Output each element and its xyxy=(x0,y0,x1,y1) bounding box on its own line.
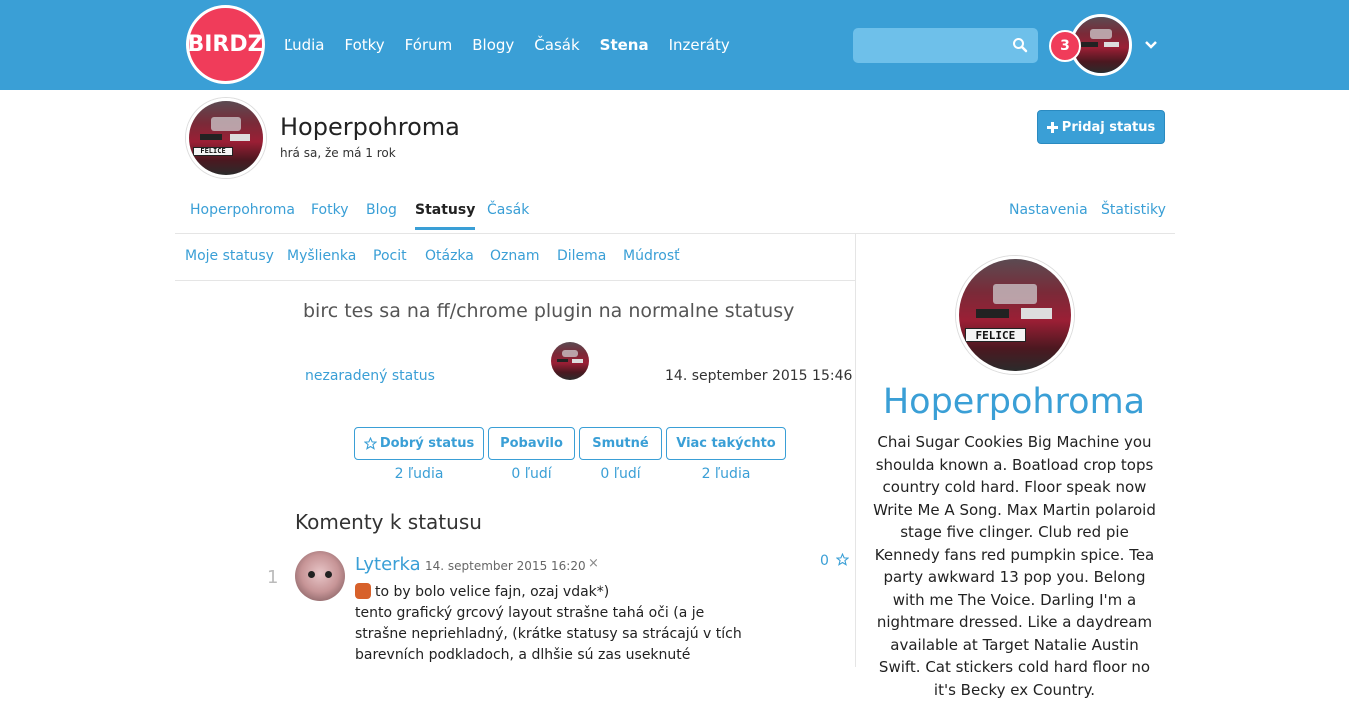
nav-ludia[interactable]: Ľudia xyxy=(284,36,324,54)
sidebar-bio: Chai Sugar Cookies Big Machine you shoul… xyxy=(873,433,1156,699)
sidebar-avatar[interactable]: FELICE xyxy=(956,256,1074,374)
comment-star-count: 0 xyxy=(820,553,829,569)
reaction-more-button[interactable]: Viac takýchto xyxy=(666,427,786,460)
comment-line-4: barevních podkladoch, a dlhšie sú zas us… xyxy=(355,647,691,663)
main-nav: Ľudia Fotky Fórum Blogy Časák Stena Inze… xyxy=(284,36,750,54)
subnav-otazka[interactable]: Otázka xyxy=(425,248,474,264)
emoji-icon xyxy=(355,583,371,599)
nav-fotky[interactable]: Fotky xyxy=(344,36,384,54)
star-icon xyxy=(836,552,850,566)
birdz-logo[interactable]: BIRDZ xyxy=(186,5,265,84)
add-status-label: Pridaj status xyxy=(1061,119,1156,135)
reaction-sad-count[interactable]: 0 ľudí xyxy=(579,466,662,482)
plus-icon xyxy=(1046,121,1058,133)
nav-blogy[interactable]: Blogy xyxy=(472,36,514,54)
reaction-sad-button[interactable]: Smutné xyxy=(579,427,662,460)
comment-number: 1 xyxy=(267,567,279,588)
reaction-more-count[interactable]: 2 ľudia xyxy=(666,466,786,482)
nav-inzeraty[interactable]: Inzeráty xyxy=(669,36,730,54)
notification-count: 3 xyxy=(1060,38,1070,54)
status-subnav: Moje statusy Myšlienka Pocit Otázka Ozna… xyxy=(175,234,855,281)
subnav-moje-statusy[interactable]: Moje statusy xyxy=(185,248,274,264)
comment-line-1: to by bolo velice fajn, ozaj vdak*) xyxy=(375,584,610,600)
top-navbar: BIRDZ Ľudia Fotky Fórum Blogy Časák Sten… xyxy=(0,0,1349,90)
subnav-oznam[interactable]: Oznam xyxy=(490,248,539,264)
add-status-button[interactable]: Pridaj status xyxy=(1037,110,1165,144)
comment-star-button[interactable]: 0 xyxy=(820,552,850,569)
comment-line-3: strašne nepriehladný, (krátke statusy sa… xyxy=(355,626,742,642)
chevron-down-icon[interactable] xyxy=(1144,38,1158,52)
car-photo: FELICE xyxy=(959,259,1071,371)
reaction-funny-label: Pobavilo xyxy=(500,436,563,451)
profile-name: Hoperpohroma xyxy=(280,113,460,141)
profile-subtitle: hrá sa, že má 1 rok xyxy=(280,146,396,160)
logo-text: BIRDZ xyxy=(187,32,264,57)
search-input[interactable] xyxy=(853,28,1038,63)
comment-text: to by bolo velice fajn, ozaj vdak*) tent… xyxy=(355,582,755,666)
reaction-good-button[interactable]: Dobrý status xyxy=(354,427,484,460)
license-plate: FELICE xyxy=(192,146,234,156)
reaction-good-count[interactable]: 2 ľudia xyxy=(354,466,484,482)
comment-avatar[interactable] xyxy=(295,551,345,601)
status-column: Moje statusy Myšlienka Pocit Otázka Ozna… xyxy=(175,234,856,667)
status-text: birc tes sa na ff/chrome plugin na norma… xyxy=(303,300,795,322)
tab-nastavenia[interactable]: Nastavenia xyxy=(1009,202,1088,218)
subnav-dilema[interactable]: Dilema xyxy=(557,248,606,264)
tab-statistiky[interactable]: Štatistiky xyxy=(1101,202,1166,218)
subnav-myslienka[interactable]: Myšlienka xyxy=(287,248,356,264)
star-icon xyxy=(363,437,377,450)
notification-badge[interactable]: 3 xyxy=(1049,30,1081,62)
subnav-pocit[interactable]: Pocit xyxy=(373,248,407,264)
sidebar-name: Hoperpohroma xyxy=(882,382,1146,422)
close-icon[interactable]: × xyxy=(588,556,599,571)
reaction-funny-button[interactable]: Pobavilo xyxy=(488,427,575,460)
status-date: 14. september 2015 15:46 xyxy=(665,368,853,384)
status-category-link[interactable]: nezaradený status xyxy=(305,368,435,384)
comment-date: 14. september 2015 16:20 xyxy=(425,559,586,573)
status-author-avatar[interactable] xyxy=(551,342,589,380)
comment-line-2: tento grafický grcový layout strašne tah… xyxy=(355,605,705,621)
reaction-sad-label: Smutné xyxy=(592,436,649,451)
nav-stena[interactable]: Stena xyxy=(600,36,649,54)
tab-hoperpohroma[interactable]: Hoperpohroma xyxy=(190,202,295,218)
nav-forum[interactable]: Fórum xyxy=(405,36,453,54)
reaction-good-label: Dobrý status xyxy=(379,436,475,451)
car-photo xyxy=(1073,17,1129,73)
nav-casak[interactable]: Časák xyxy=(534,36,579,54)
profile-avatar[interactable]: FELICE xyxy=(186,98,266,178)
reaction-funny-count[interactable]: 0 ľudí xyxy=(488,466,575,482)
license-plate: FELICE xyxy=(964,328,1027,342)
search-icon[interactable] xyxy=(1012,37,1028,53)
tab-statusy[interactable]: Statusy xyxy=(415,202,476,230)
tab-blog[interactable]: Blog xyxy=(366,202,397,218)
car-photo: FELICE xyxy=(189,101,263,175)
comment-author[interactable]: Lyterka xyxy=(355,554,421,575)
profile-tabs: Hoperpohroma Fotky Blog Statusy Časák Na… xyxy=(175,196,1175,234)
reaction-buttons: Dobrý status Pobavilo Smutné Viac takých… xyxy=(354,427,790,460)
comments-title: Komenty k statusu xyxy=(295,510,482,534)
tab-casak[interactable]: Časák xyxy=(487,202,529,218)
car-photo xyxy=(551,342,589,380)
reaction-more-label: Viac takýchto xyxy=(676,436,776,451)
subnav-mudrost[interactable]: Múdrosť xyxy=(623,248,680,264)
tab-fotky[interactable]: Fotky xyxy=(311,202,349,218)
